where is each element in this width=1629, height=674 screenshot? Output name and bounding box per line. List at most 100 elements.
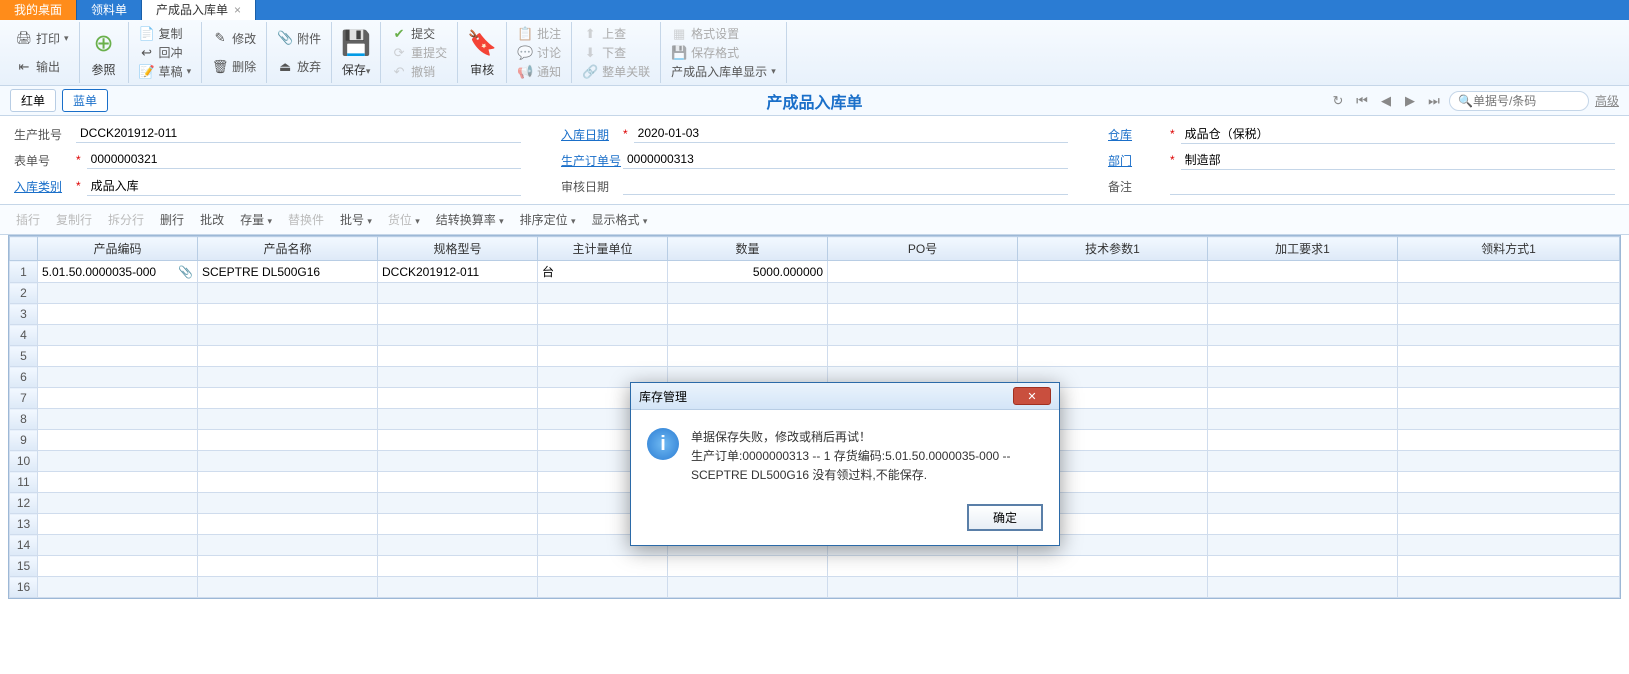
table-row[interactable]: 2	[10, 283, 1620, 304]
advanced-link[interactable]: 高级	[1595, 92, 1619, 109]
empty-cell[interactable]	[378, 514, 538, 535]
empty-cell[interactable]	[378, 451, 538, 472]
empty-cell[interactable]	[1018, 577, 1208, 598]
empty-cell[interactable]	[198, 283, 378, 304]
empty-cell[interactable]	[1208, 304, 1398, 325]
empty-cell[interactable]	[1398, 493, 1620, 514]
empty-cell[interactable]	[828, 261, 1018, 283]
empty-cell[interactable]	[198, 367, 378, 388]
submit-button[interactable]: ✔提交	[387, 24, 451, 43]
reverse-button[interactable]: ↩回冲	[135, 43, 196, 62]
order-label[interactable]: 生产订单号	[561, 152, 617, 169]
col-uom[interactable]: 主计量单位	[538, 237, 668, 261]
empty-cell[interactable]	[1208, 514, 1398, 535]
col-po[interactable]: PO号	[828, 237, 1018, 261]
qty-cell[interactable]: 5000.000000	[668, 261, 828, 283]
search-box[interactable]: 🔍	[1449, 91, 1589, 111]
col-name[interactable]: 产品名称	[198, 237, 378, 261]
empty-cell[interactable]	[38, 535, 198, 556]
uom-cell[interactable]: 台	[538, 261, 668, 283]
empty-cell[interactable]	[38, 556, 198, 577]
table-row[interactable]: 16	[10, 577, 1620, 598]
empty-cell[interactable]	[1208, 283, 1398, 304]
empty-cell[interactable]	[538, 283, 668, 304]
empty-cell[interactable]	[378, 493, 538, 514]
batch-edit-button[interactable]: 批改	[194, 209, 230, 230]
empty-cell[interactable]	[1208, 472, 1398, 493]
empty-cell[interactable]	[668, 556, 828, 577]
empty-cell[interactable]	[1208, 261, 1398, 283]
dept-label[interactable]: 部门	[1108, 152, 1164, 169]
empty-cell[interactable]	[1208, 577, 1398, 598]
red-doc-pill[interactable]: 红单	[10, 89, 56, 112]
empty-cell[interactable]	[1398, 409, 1620, 430]
ok-button[interactable]: 确定	[967, 504, 1043, 531]
empty-cell[interactable]	[1208, 346, 1398, 367]
empty-cell[interactable]	[668, 325, 828, 346]
empty-cell[interactable]	[198, 304, 378, 325]
name-cell[interactable]: SCEPTRE DL500G16	[198, 261, 378, 283]
search-input[interactable]	[1473, 94, 1580, 108]
wh-label[interactable]: 仓库	[1108, 126, 1164, 143]
empty-cell[interactable]	[828, 577, 1018, 598]
empty-cell[interactable]	[1208, 535, 1398, 556]
lot-button[interactable]: 批号 ▾	[334, 209, 378, 230]
empty-cell[interactable]	[198, 325, 378, 346]
empty-cell[interactable]	[1398, 535, 1620, 556]
cat-label[interactable]: 入库类别	[14, 178, 70, 195]
empty-cell[interactable]	[38, 325, 198, 346]
empty-cell[interactable]	[1018, 304, 1208, 325]
next-icon[interactable]: ▶	[1401, 92, 1419, 110]
empty-cell[interactable]	[38, 367, 198, 388]
empty-cell[interactable]	[1208, 556, 1398, 577]
col-tech[interactable]: 技术参数1	[1018, 237, 1208, 261]
empty-cell[interactable]	[378, 367, 538, 388]
empty-cell[interactable]	[668, 304, 828, 325]
empty-cell[interactable]	[38, 472, 198, 493]
col-code[interactable]: 产品编码	[38, 237, 198, 261]
empty-cell[interactable]	[538, 304, 668, 325]
empty-cell[interactable]	[1018, 346, 1208, 367]
empty-cell[interactable]	[198, 535, 378, 556]
table-row[interactable]: 5	[10, 346, 1620, 367]
empty-cell[interactable]	[198, 493, 378, 514]
empty-cell[interactable]	[1018, 261, 1208, 283]
display-button[interactable]: 产成品入库单显示▾	[667, 62, 780, 81]
empty-cell[interactable]	[1398, 451, 1620, 472]
empty-cell[interactable]	[538, 346, 668, 367]
empty-cell[interactable]	[1398, 304, 1620, 325]
empty-cell[interactable]	[828, 556, 1018, 577]
print-button[interactable]: 🖨打印▾	[12, 29, 73, 48]
empty-cell[interactable]	[38, 304, 198, 325]
col-spec[interactable]: 规格型号	[378, 237, 538, 261]
col-pick[interactable]: 领料方式1	[1398, 237, 1620, 261]
empty-cell[interactable]	[378, 409, 538, 430]
empty-cell[interactable]	[538, 556, 668, 577]
displayfmt-button[interactable]: 显示格式 ▾	[586, 209, 654, 230]
empty-cell[interactable]	[1398, 388, 1620, 409]
table-row[interactable]: 15	[10, 556, 1620, 577]
first-icon[interactable]: ⏮	[1353, 92, 1371, 110]
close-button[interactable]: ✕	[1013, 387, 1051, 405]
empty-cell[interactable]	[198, 472, 378, 493]
attach-button[interactable]: 📎附件	[273, 29, 325, 48]
sort-button[interactable]: 排序定位 ▾	[514, 209, 582, 230]
empty-cell[interactable]	[38, 388, 198, 409]
empty-cell[interactable]	[538, 577, 668, 598]
empty-cell[interactable]	[38, 451, 198, 472]
empty-cell[interactable]	[538, 325, 668, 346]
empty-cell[interactable]	[1398, 514, 1620, 535]
cat-value[interactable]: 成品入库	[87, 176, 521, 196]
empty-cell[interactable]	[38, 577, 198, 598]
batch-value[interactable]: DCCK201912-011	[76, 125, 521, 143]
empty-cell[interactable]	[38, 409, 198, 430]
copy-button[interactable]: 📄复制	[135, 24, 196, 43]
empty-cell[interactable]	[1398, 367, 1620, 388]
empty-cell[interactable]	[198, 514, 378, 535]
empty-cell[interactable]	[1208, 409, 1398, 430]
paperclip-icon[interactable]: 📎	[178, 265, 193, 279]
tab-picking[interactable]: 领料单	[77, 0, 142, 20]
empty-cell[interactable]	[668, 577, 828, 598]
empty-cell[interactable]	[668, 283, 828, 304]
empty-cell[interactable]	[378, 535, 538, 556]
